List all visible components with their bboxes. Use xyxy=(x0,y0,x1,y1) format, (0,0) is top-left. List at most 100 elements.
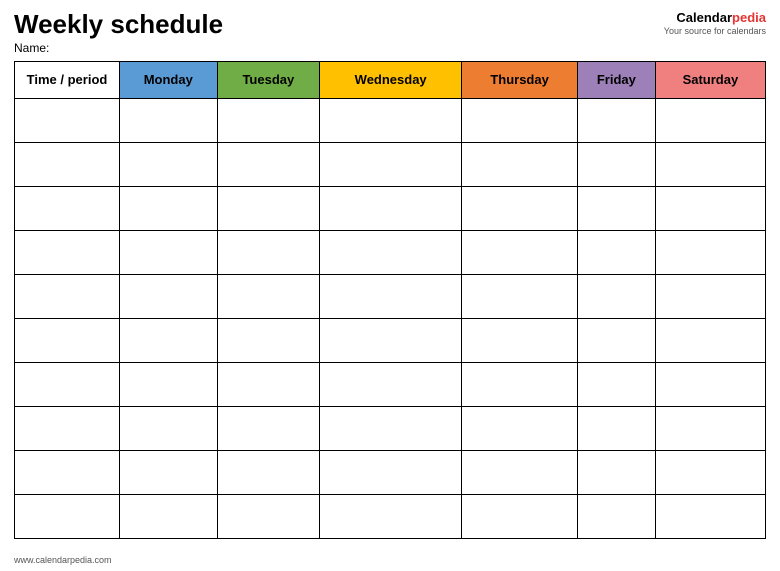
col-header-tuesday: Tuesday xyxy=(217,61,320,98)
table-cell[interactable] xyxy=(577,450,655,494)
table-cell[interactable] xyxy=(15,230,120,274)
table-cell[interactable] xyxy=(462,318,578,362)
table-cell[interactable] xyxy=(462,450,578,494)
table-cell[interactable] xyxy=(577,494,655,538)
table-cell[interactable] xyxy=(120,230,218,274)
schedule-table: Time / period Monday Tuesday Wednesday T… xyxy=(14,61,766,539)
table-row xyxy=(15,362,766,406)
table-cell[interactable] xyxy=(217,406,320,450)
table-cell[interactable] xyxy=(577,186,655,230)
table-cell[interactable] xyxy=(320,362,462,406)
table-row xyxy=(15,186,766,230)
table-cell[interactable] xyxy=(15,406,120,450)
table-cell[interactable] xyxy=(217,98,320,142)
table-cell[interactable] xyxy=(577,318,655,362)
table-cell[interactable] xyxy=(120,274,218,318)
table-cell[interactable] xyxy=(217,186,320,230)
table-cell[interactable] xyxy=(120,362,218,406)
table-cell[interactable] xyxy=(655,230,765,274)
col-header-saturday: Saturday xyxy=(655,61,765,98)
table-cell[interactable] xyxy=(15,494,120,538)
table-cell[interactable] xyxy=(320,494,462,538)
table-cell[interactable] xyxy=(15,450,120,494)
table-cell[interactable] xyxy=(655,98,765,142)
table-cell[interactable] xyxy=(15,186,120,230)
table-cell[interactable] xyxy=(577,230,655,274)
table-cell[interactable] xyxy=(462,362,578,406)
table-cell[interactable] xyxy=(217,142,320,186)
table-cell[interactable] xyxy=(120,450,218,494)
table-cell[interactable] xyxy=(320,230,462,274)
table-cell[interactable] xyxy=(462,406,578,450)
table-cell[interactable] xyxy=(462,230,578,274)
table-row xyxy=(15,494,766,538)
page-title: Weekly schedule xyxy=(14,10,223,39)
schedule-body xyxy=(15,98,766,538)
table-cell[interactable] xyxy=(15,318,120,362)
header: Weekly schedule Calendarpedia Your sourc… xyxy=(14,10,766,39)
table-cell[interactable] xyxy=(655,450,765,494)
name-label: Name: xyxy=(14,41,766,55)
table-cell[interactable] xyxy=(217,274,320,318)
table-cell[interactable] xyxy=(577,406,655,450)
table-row xyxy=(15,318,766,362)
col-header-monday: Monday xyxy=(120,61,218,98)
table-row xyxy=(15,450,766,494)
col-header-friday: Friday xyxy=(577,61,655,98)
col-header-wednesday: Wednesday xyxy=(320,61,462,98)
table-cell[interactable] xyxy=(120,98,218,142)
brand-name: Calendarpedia xyxy=(664,10,766,26)
table-cell[interactable] xyxy=(120,142,218,186)
brand-logo: Calendarpedia Your source for calendars xyxy=(664,10,766,36)
brand-subtitle: Your source for calendars xyxy=(664,26,766,37)
table-cell[interactable] xyxy=(577,142,655,186)
table-row xyxy=(15,98,766,142)
table-cell[interactable] xyxy=(320,98,462,142)
table-cell[interactable] xyxy=(655,142,765,186)
table-cell[interactable] xyxy=(120,406,218,450)
table-cell[interactable] xyxy=(320,450,462,494)
table-cell[interactable] xyxy=(15,142,120,186)
table-row xyxy=(15,230,766,274)
table-cell[interactable] xyxy=(577,362,655,406)
table-cell[interactable] xyxy=(462,142,578,186)
table-cell[interactable] xyxy=(15,98,120,142)
col-header-thursday: Thursday xyxy=(462,61,578,98)
table-row xyxy=(15,274,766,318)
table-cell[interactable] xyxy=(462,274,578,318)
table-row xyxy=(15,406,766,450)
brand-calendar: Calendar xyxy=(676,10,732,25)
table-cell[interactable] xyxy=(655,318,765,362)
table-cell[interactable] xyxy=(217,494,320,538)
table-cell[interactable] xyxy=(655,186,765,230)
table-cell[interactable] xyxy=(120,318,218,362)
footer-url: www.calendarpedia.com xyxy=(14,555,112,565)
header-row: Time / period Monday Tuesday Wednesday T… xyxy=(15,61,766,98)
table-cell[interactable] xyxy=(217,230,320,274)
table-cell[interactable] xyxy=(15,274,120,318)
table-cell[interactable] xyxy=(655,274,765,318)
table-cell[interactable] xyxy=(655,494,765,538)
col-header-time: Time / period xyxy=(15,61,120,98)
table-cell[interactable] xyxy=(655,362,765,406)
table-cell[interactable] xyxy=(217,362,320,406)
table-cell[interactable] xyxy=(577,274,655,318)
table-cell[interactable] xyxy=(320,406,462,450)
table-cell[interactable] xyxy=(120,186,218,230)
table-cell[interactable] xyxy=(320,186,462,230)
table-cell[interactable] xyxy=(462,98,578,142)
page: Weekly schedule Calendarpedia Your sourc… xyxy=(0,0,780,571)
table-cell[interactable] xyxy=(462,186,578,230)
table-row xyxy=(15,142,766,186)
table-cell[interactable] xyxy=(320,142,462,186)
brand-pedia: pedia xyxy=(732,10,766,25)
table-cell[interactable] xyxy=(320,318,462,362)
table-cell[interactable] xyxy=(655,406,765,450)
table-cell[interactable] xyxy=(320,274,462,318)
table-cell[interactable] xyxy=(120,494,218,538)
table-cell[interactable] xyxy=(577,98,655,142)
table-cell[interactable] xyxy=(217,318,320,362)
table-cell[interactable] xyxy=(462,494,578,538)
table-cell[interactable] xyxy=(217,450,320,494)
table-cell[interactable] xyxy=(15,362,120,406)
